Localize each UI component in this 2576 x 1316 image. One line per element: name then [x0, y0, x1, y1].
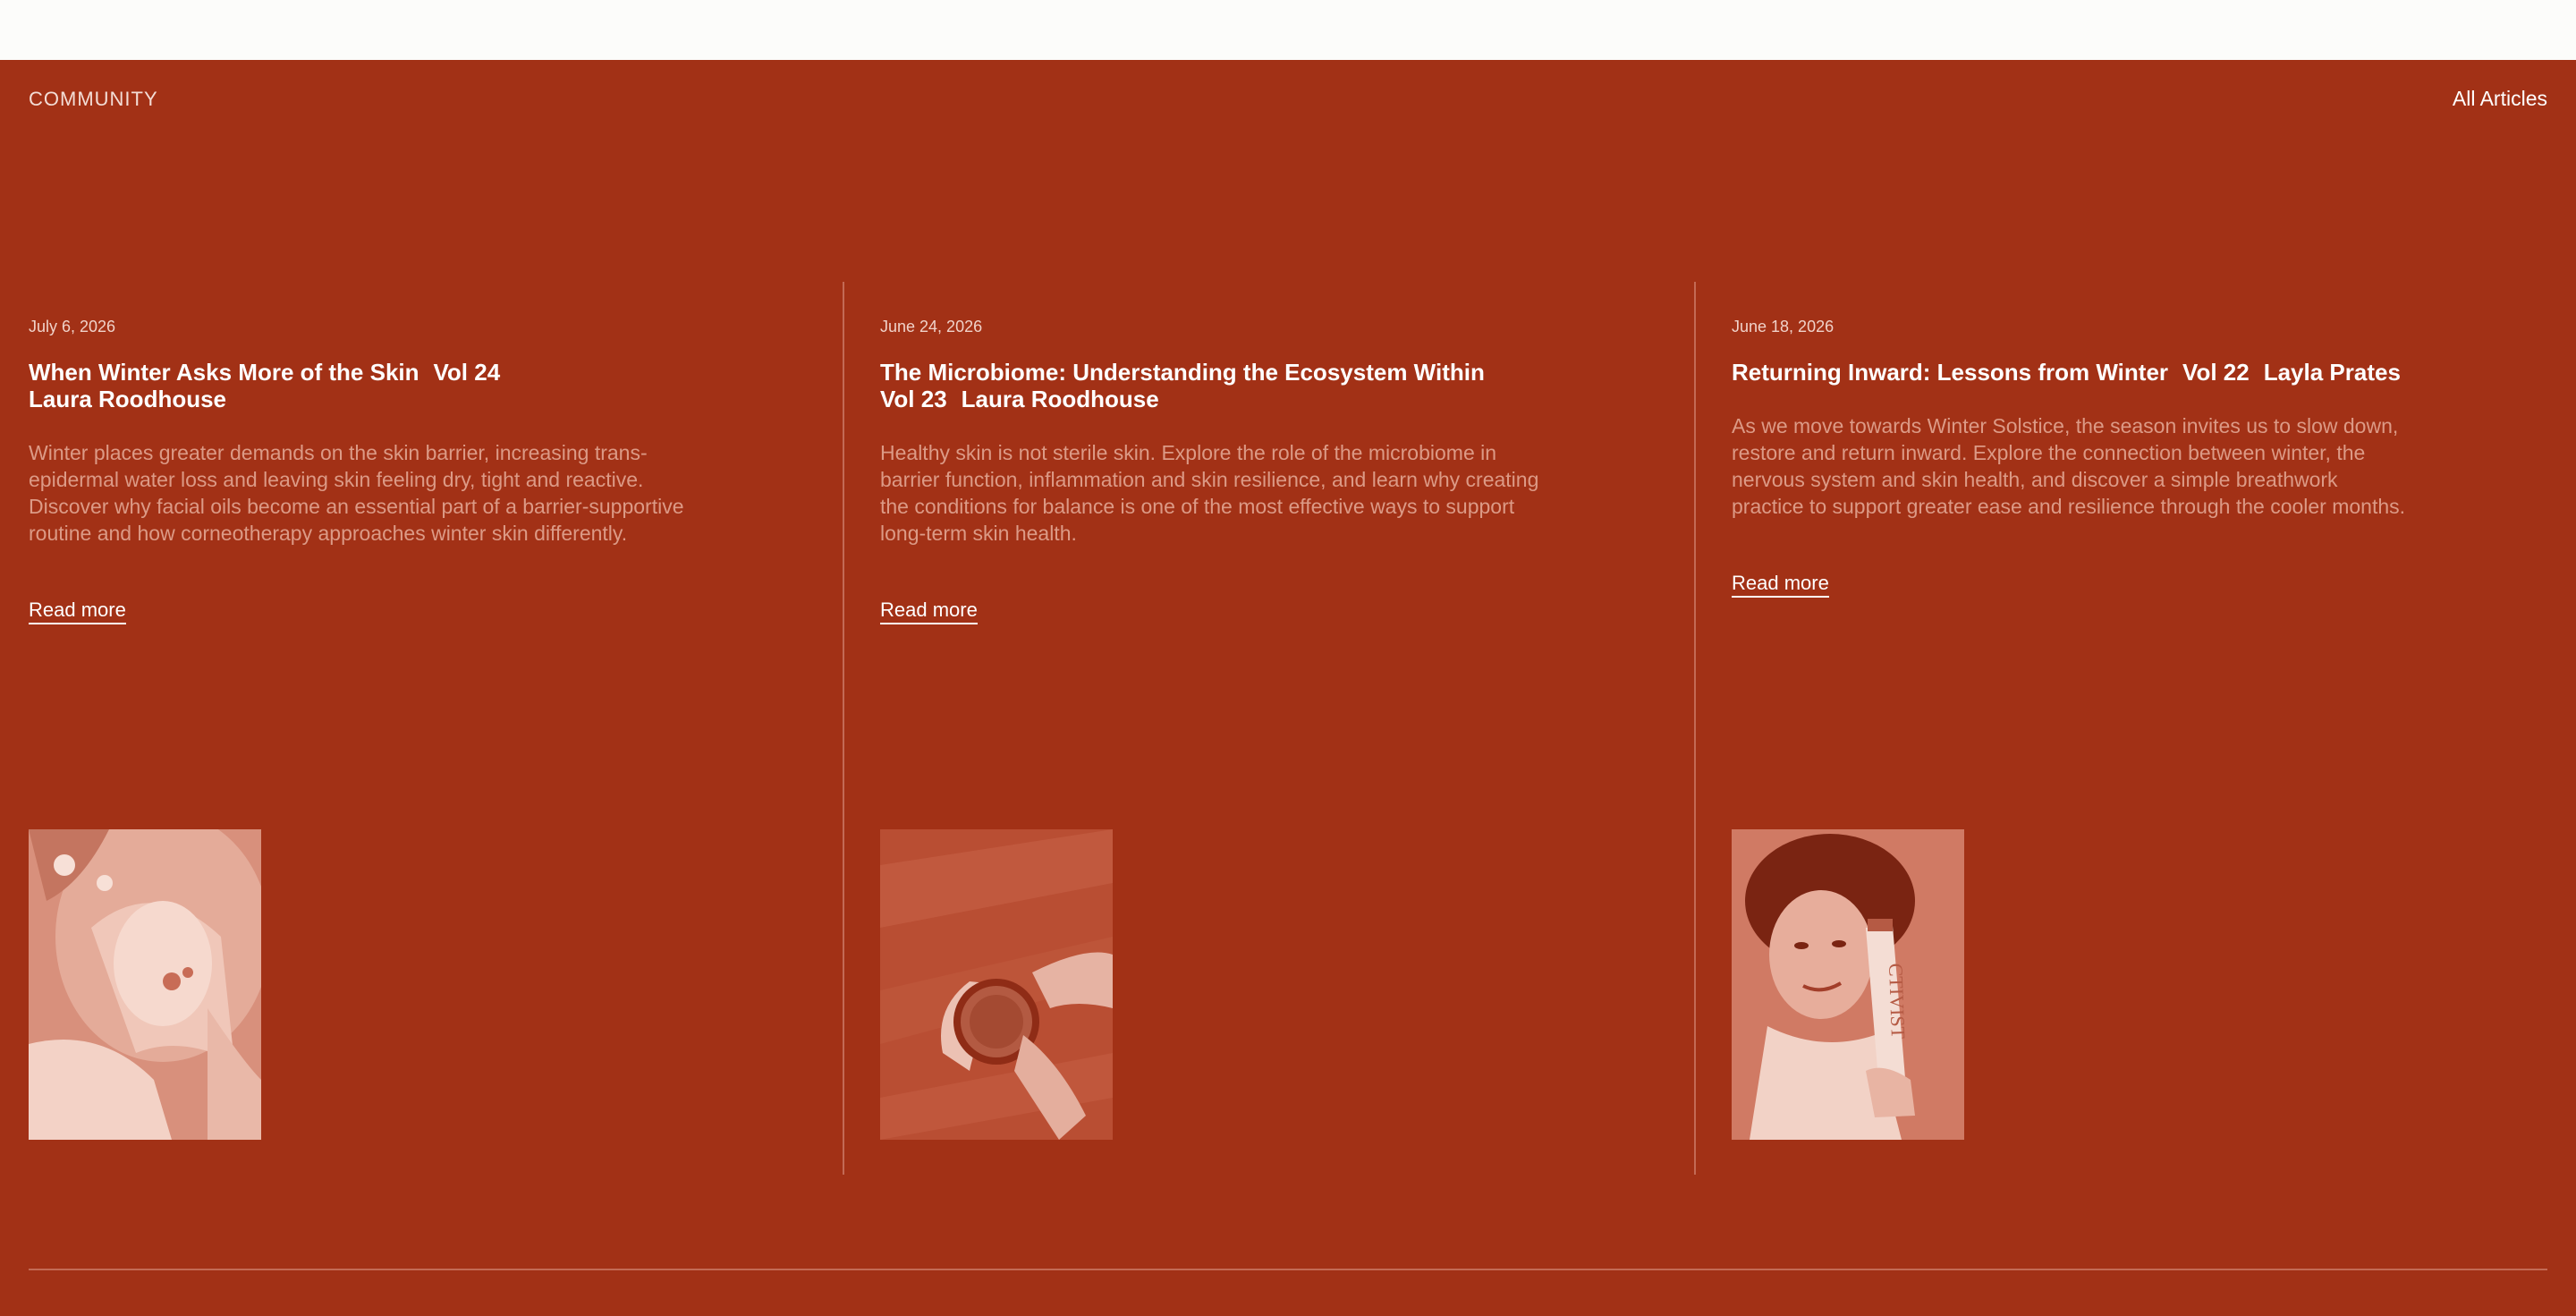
hands-bowl-graphic — [880, 829, 1113, 1140]
read-more-link[interactable]: Read more — [29, 599, 126, 624]
article-card: July 6, 2026 When Winter Asks More of th… — [29, 316, 744, 624]
article-title-text: Returning Inward: Lessons from Winter — [1732, 359, 2169, 386]
top-strip — [0, 0, 2576, 60]
article-date: June 18, 2026 — [1732, 318, 1835, 335]
article-card: June 18, 2026 Returning Inward: Lessons … — [1732, 316, 2447, 598]
read-more-link[interactable]: Read more — [1732, 572, 1829, 598]
article-title-text: When Winter Asks More of the Skin — [29, 359, 419, 386]
product-label-text: CTIVIST — [1885, 963, 1910, 1040]
section-label: COMMUNITY — [29, 88, 158, 110]
article-date: June 24, 2026 — [880, 318, 983, 335]
article-date: July 6, 2026 — [29, 318, 116, 335]
article-author: Laura Roodhouse — [29, 386, 227, 412]
article-excerpt: Winter places greater demands on the ski… — [29, 441, 684, 545]
column-divider — [1694, 282, 1696, 1175]
article-title[interactable]: The Microbiome: Understanding the Ecosys… — [880, 359, 1560, 412]
article-volume: Vol 24 — [433, 359, 501, 386]
article-excerpt: Healthy skin is not sterile skin. Explor… — [880, 441, 1539, 545]
article-volume: Vol 22 — [2182, 359, 2250, 386]
bottom-divider — [29, 1269, 2547, 1270]
article-author: Layla Prates — [2263, 359, 2401, 386]
article-volume: Vol 23 — [880, 386, 947, 412]
article-title[interactable]: Returning Inward: Lessons from Winter Vol… — [1732, 359, 2465, 386]
article-title[interactable]: When Winter Asks More of the Skin Vol 24 … — [29, 359, 708, 412]
article-image-woman-product[interactable]: CTIVIST — [1732, 829, 1964, 1140]
woman-product-graphic: CTIVIST — [1732, 829, 1964, 1140]
read-more-link[interactable]: Read more — [880, 599, 978, 624]
article-card: June 24, 2026 The Microbiome: Understand… — [880, 316, 1596, 624]
column-divider — [843, 282, 844, 1175]
article-author: Laura Roodhouse — [961, 386, 1159, 412]
article-excerpt: As we move towards Winter Solstice, the … — [1732, 414, 2406, 518]
community-section: COMMUNITY All Articles July 6, 2026 When… — [0, 60, 2576, 1316]
article-title-text: The Microbiome: Understanding the Ecosys… — [880, 359, 1485, 386]
all-articles-link[interactable]: All Articles — [2453, 87, 2547, 111]
article-image-portrait-flowers[interactable] — [29, 829, 261, 1140]
article-image-hands-bowl[interactable] — [880, 829, 1113, 1140]
portrait-flowers-graphic — [29, 829, 261, 1140]
